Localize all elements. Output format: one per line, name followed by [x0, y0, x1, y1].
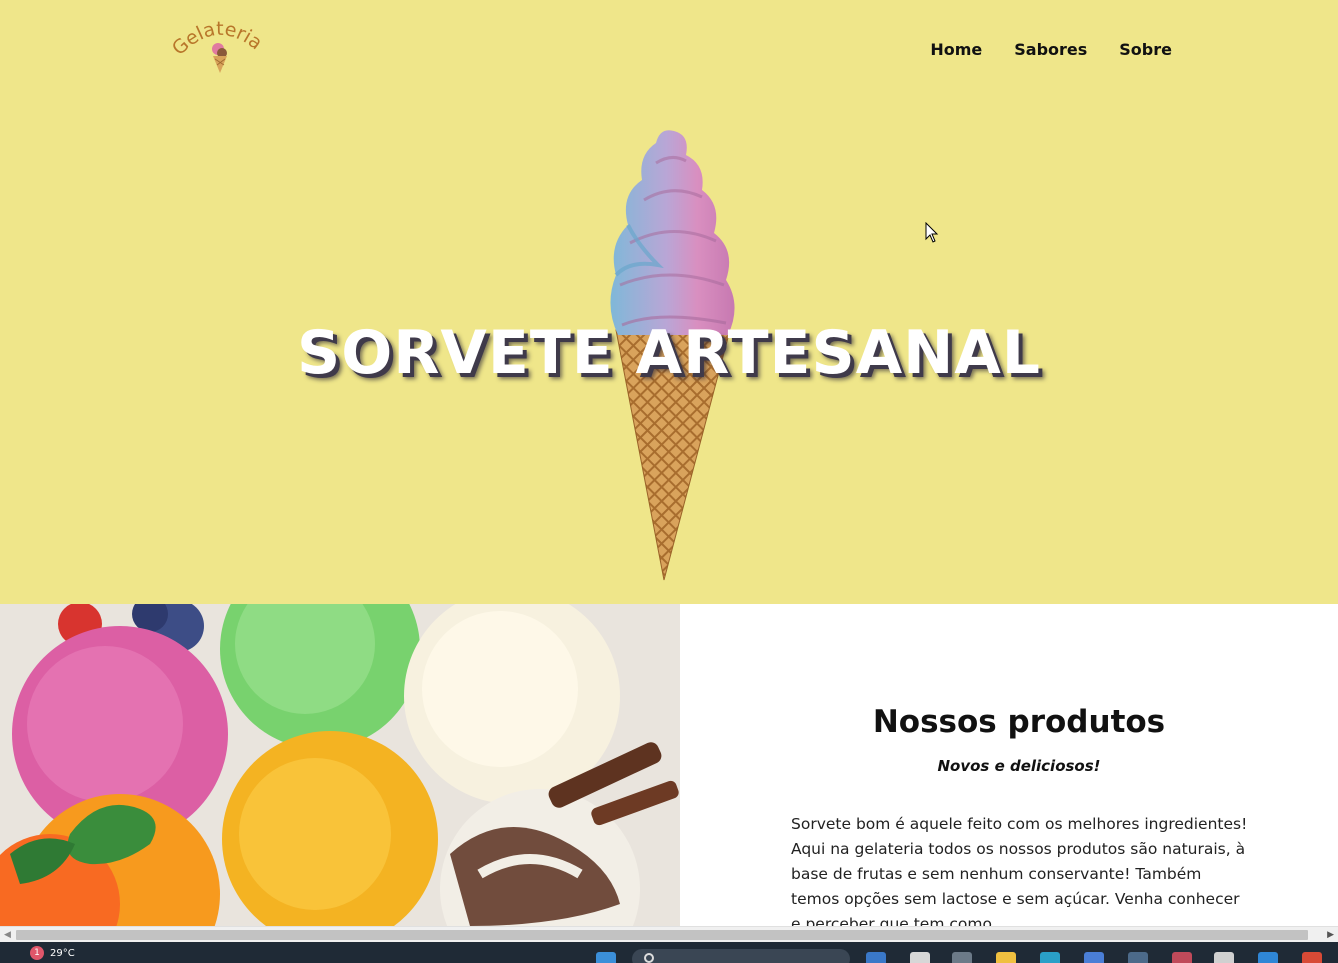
taskbar-app-icon[interactable] [1214, 952, 1234, 963]
notification-badge: 1 [30, 946, 44, 960]
browser-icon[interactable] [1040, 952, 1060, 963]
scroll-left-arrow-icon[interactable]: ◀ [4, 930, 11, 940]
ice-cream-logo-icon: Gelateria [168, 18, 266, 73]
store-icon[interactable] [1128, 952, 1148, 963]
hero-section: Gelateria Home Sabores Sobre SORVETE ART… [0, 0, 1338, 604]
os-taskbar: 1 29°C [0, 942, 1338, 963]
mouse-cursor-icon [925, 222, 939, 243]
nav-home-link[interactable]: Home [930, 40, 982, 59]
ice-cream-scoops-photo [0, 604, 680, 926]
folder-icon[interactable] [996, 952, 1016, 963]
temperature-label: 29°C [50, 947, 75, 959]
products-text-block: Nossos produtos Novos e deliciosos! Sorv… [680, 604, 1338, 926]
main-nav: Home Sabores Sobre [930, 40, 1172, 59]
calendar-icon[interactable] [1084, 952, 1104, 963]
search-icon [644, 953, 654, 963]
scroll-right-arrow-icon[interactable]: ▶ [1327, 930, 1334, 940]
vscode-icon[interactable] [1258, 952, 1278, 963]
taskbar-app-icon[interactable] [952, 952, 972, 963]
products-description: Sorvete bom é aquele feito com os melhor… [791, 815, 1248, 926]
products-subtitle: Novos e deliciosos! [937, 757, 1101, 775]
nav-sabores-link[interactable]: Sabores [1014, 40, 1087, 59]
products-section: Nossos produtos Novos e deliciosos! Sorv… [0, 604, 1338, 926]
windows-start-icon[interactable] [596, 952, 616, 963]
gelateria-logo[interactable]: Gelateria [168, 18, 270, 78]
taskbar-app-icon[interactable] [910, 952, 930, 963]
taskbar-app-icon[interactable] [866, 952, 886, 963]
taskbar-app-icon[interactable] [1172, 952, 1192, 963]
weather-widget[interactable]: 1 29°C [30, 946, 75, 960]
products-title: Nossos produtos [872, 704, 1166, 740]
nav-sobre-link[interactable]: Sobre [1119, 40, 1172, 59]
horizontal-scrollbar[interactable]: ◀ ▶ [0, 926, 1338, 942]
scrollbar-thumb[interactable] [16, 930, 1308, 940]
hero-title: SORVETE ARTESANAL [296, 318, 1042, 388]
chrome-icon[interactable] [1302, 952, 1322, 963]
taskbar-search[interactable] [632, 949, 850, 963]
